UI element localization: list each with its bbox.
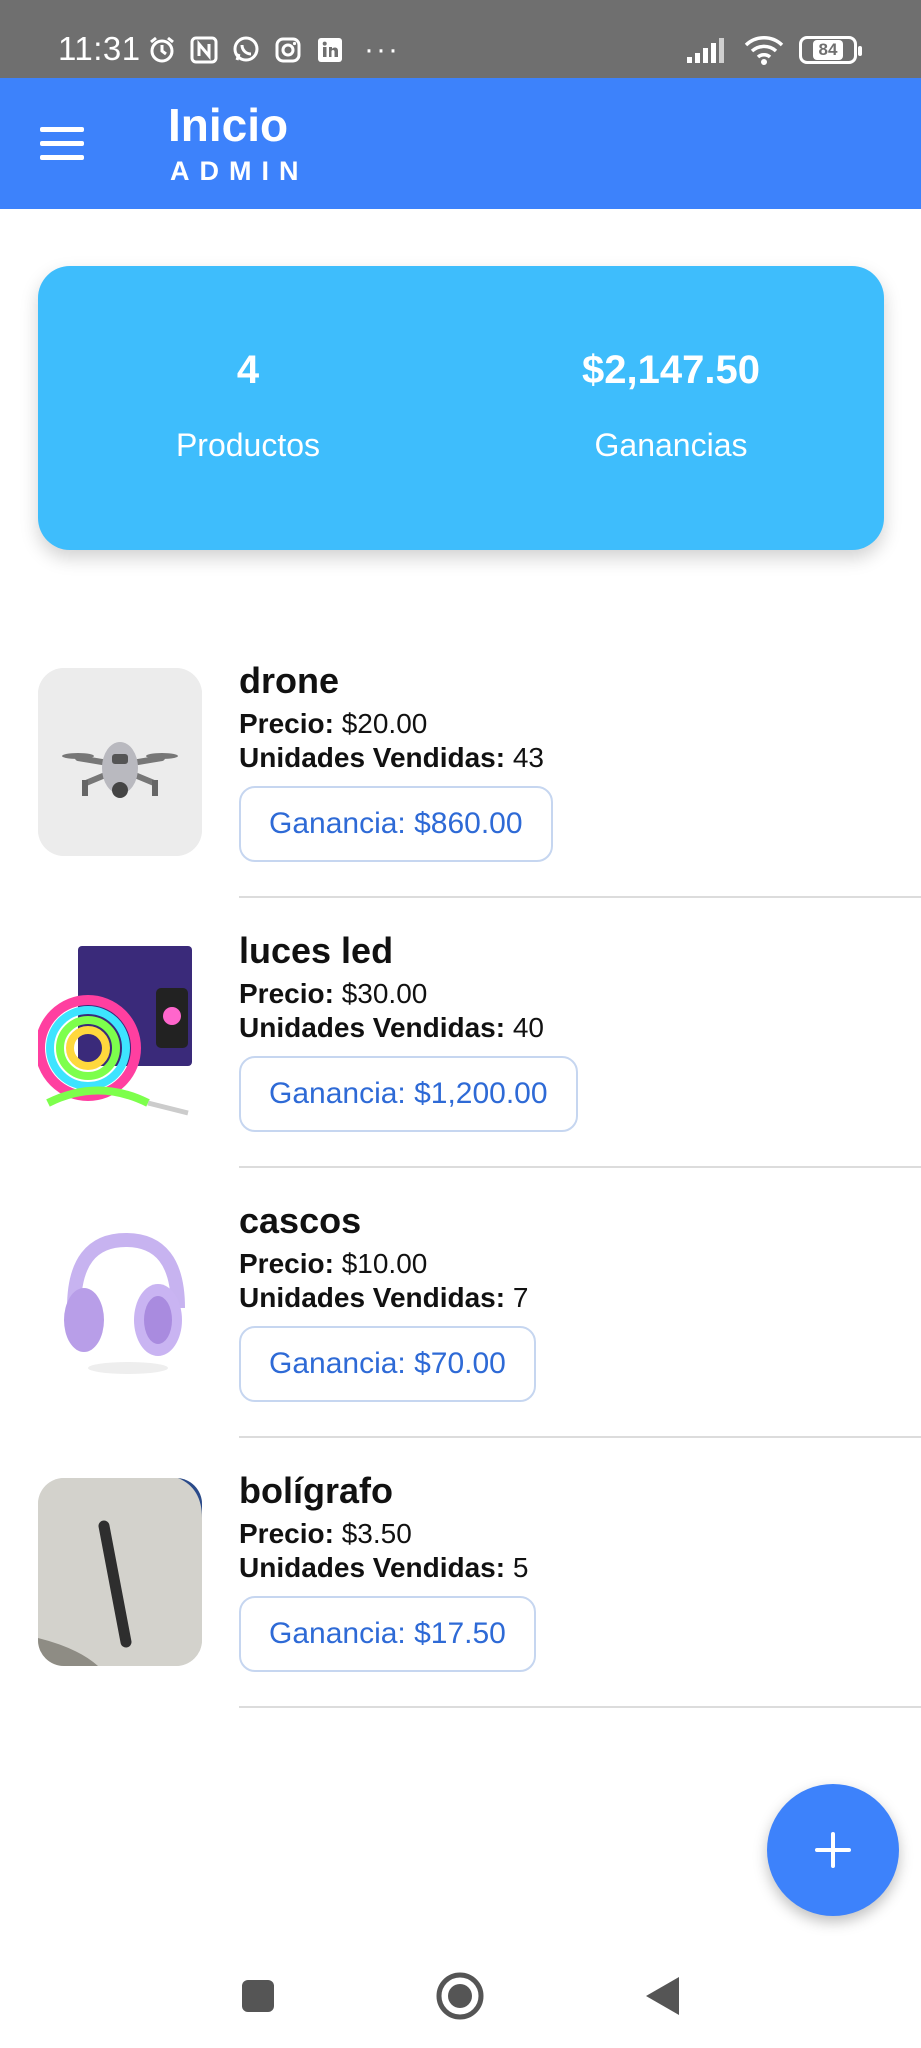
- back-button[interactable]: [632, 1966, 692, 2026]
- price-value: $3.50: [341, 1518, 412, 1549]
- product-info: cascos Precio: $10.00 Unidades Vendidas:…: [239, 1200, 536, 1402]
- product-name: bolígrafo: [239, 1470, 393, 1511]
- user-role-label: ADMIN: [170, 156, 309, 186]
- app-bar: Inicio ADMIN: [0, 78, 921, 209]
- price-value: $30.00: [341, 978, 428, 1009]
- whatsapp-icon: [233, 36, 259, 62]
- units-label: Unidades Vendidas:: [239, 1282, 506, 1313]
- plus-icon: [815, 1832, 851, 1868]
- page-title: Inicio: [168, 99, 289, 151]
- product-info: drone Precio: $20.00 Unidades Vendidas: …: [239, 660, 553, 862]
- alarm-icon: [150, 36, 174, 63]
- product-units: Unidades Vendidas: 7: [239, 1282, 536, 1314]
- gain-chip[interactable]: Ganancia: $70.00: [239, 1326, 536, 1402]
- product-units: Unidades Vendidas: 40: [239, 1012, 578, 1044]
- status-system-icons: 84: [685, 34, 862, 66]
- gain-chip[interactable]: Ganancia: $17.50: [239, 1596, 536, 1672]
- divider: [239, 896, 921, 898]
- price-label: Precio:: [239, 1518, 334, 1549]
- status-time: 11:31: [58, 30, 141, 67]
- product-price: Precio: $20.00: [239, 708, 553, 740]
- drone-image: [38, 668, 202, 856]
- earnings-value: $2,147.50: [582, 348, 760, 392]
- product-name: drone: [239, 660, 340, 701]
- nfc-icon: [190, 36, 218, 64]
- product-info: luces led Precio: $30.00 Unidades Vendid…: [239, 930, 578, 1132]
- signal-icon: [687, 38, 724, 63]
- hamburger-menu-icon[interactable]: [40, 118, 90, 168]
- product-units: Unidades Vendidas: 5: [239, 1552, 536, 1584]
- product-name: luces led: [239, 930, 394, 971]
- divider: [239, 1166, 921, 1168]
- status-bar: 11:31 ··· 84: [0, 0, 921, 78]
- led-lights-image: [38, 938, 202, 1126]
- home-button[interactable]: [430, 1966, 490, 2026]
- price-value: $20.00: [341, 708, 428, 739]
- products-summary: 4 Productos: [38, 348, 458, 464]
- summary-card: 4 Productos $2,147.50 Ganancias: [38, 266, 884, 550]
- price-label: Precio:: [239, 1248, 334, 1279]
- list-item[interactable]: bolígrafo Precio: $3.50 Unidades Vendida…: [0, 1470, 921, 1748]
- product-name: cascos: [239, 1200, 362, 1241]
- divider: [239, 1706, 921, 1708]
- battery-level: 84: [812, 40, 844, 60]
- units-label: Unidades Vendidas:: [239, 1552, 506, 1583]
- products-label: Productos: [175, 427, 321, 463]
- price-label: Precio:: [239, 708, 334, 739]
- units-value: 40: [512, 1012, 545, 1043]
- product-price: Precio: $10.00: [239, 1248, 536, 1280]
- price-label: Precio:: [239, 978, 334, 1009]
- product-info: bolígrafo Precio: $3.50 Unidades Vendida…: [239, 1470, 536, 1672]
- product-units: Unidades Vendidas: 43: [239, 742, 553, 774]
- more-dots-icon: ···: [364, 33, 400, 66]
- square-icon: [242, 1980, 274, 2012]
- battery-icon: 84: [799, 36, 862, 64]
- list-item[interactable]: drone Precio: $20.00 Unidades Vendidas: …: [0, 660, 921, 938]
- products-count: 4: [236, 348, 260, 392]
- pen-image: [38, 1478, 202, 1666]
- instagram-icon: [275, 37, 301, 63]
- circle-icon: [436, 1972, 484, 2020]
- units-value: 5: [512, 1552, 529, 1583]
- price-value: $10.00: [341, 1248, 428, 1279]
- list-item[interactable]: cascos Precio: $10.00 Unidades Vendidas:…: [0, 1200, 921, 1478]
- units-label: Unidades Vendidas:: [239, 1012, 506, 1043]
- wifi-icon: [744, 36, 784, 65]
- divider: [239, 1436, 921, 1438]
- units-value: 7: [512, 1282, 529, 1313]
- system-nav-bar: [0, 1936, 921, 2048]
- earnings-label: Ganancias: [594, 427, 748, 463]
- gain-chip[interactable]: Ganancia: $1,200.00: [239, 1056, 578, 1132]
- units-value: 43: [512, 742, 545, 773]
- status-notification-icons: ···: [146, 34, 400, 66]
- gain-chip[interactable]: Ganancia: $860.00: [239, 786, 553, 862]
- recent-apps-button[interactable]: [228, 1966, 288, 2026]
- product-price: Precio: $30.00: [239, 978, 578, 1010]
- product-price: Precio: $3.50: [239, 1518, 536, 1550]
- list-item[interactable]: luces led Precio: $30.00 Unidades Vendid…: [0, 930, 921, 1208]
- triangle-back-icon: [646, 1977, 679, 2015]
- add-product-button[interactable]: [767, 1784, 899, 1916]
- linkedin-icon: [318, 38, 342, 62]
- headphones-image: [38, 1208, 202, 1396]
- earnings-summary: $2,147.50 Ganancias: [458, 348, 884, 464]
- units-label: Unidades Vendidas:: [239, 742, 506, 773]
